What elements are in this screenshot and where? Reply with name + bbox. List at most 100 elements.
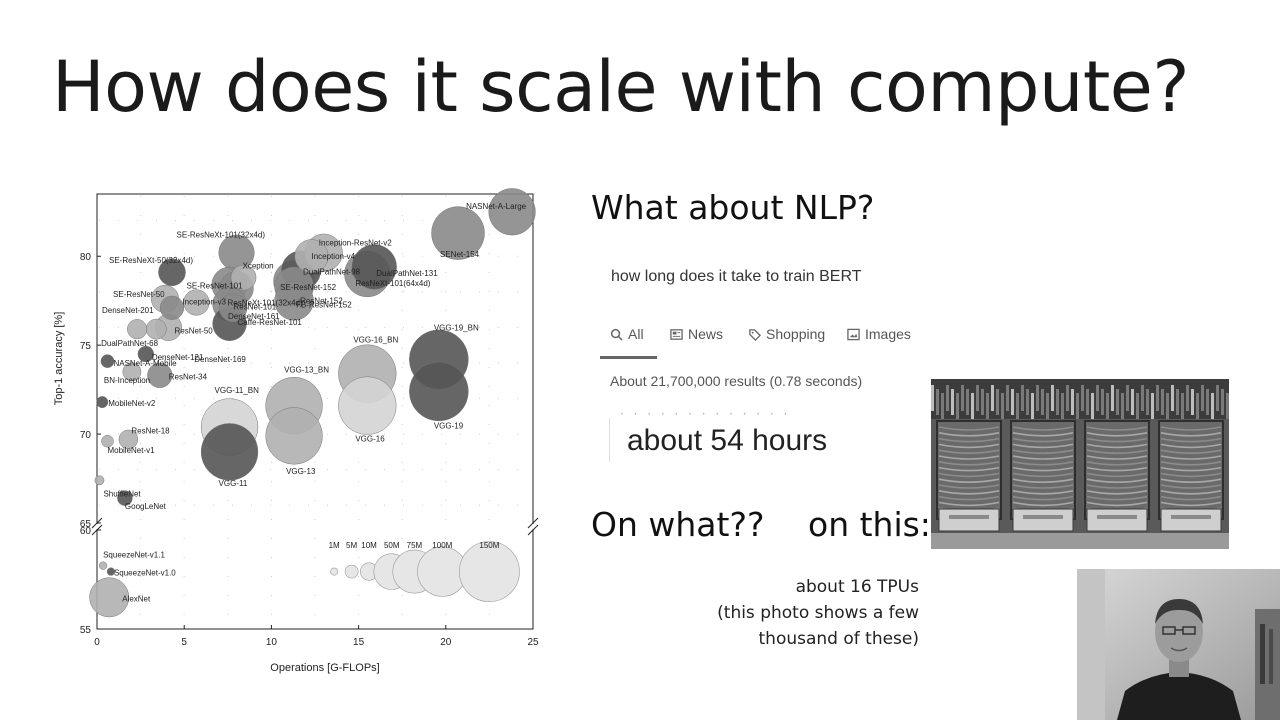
size-legend-bubble — [344, 564, 359, 579]
presenter-webcam — [1077, 569, 1280, 720]
y-tick-label: 75 — [80, 341, 92, 352]
model-bubble — [127, 319, 148, 340]
image-icon — [847, 328, 860, 341]
model-label: ResNet-101 — [234, 302, 277, 311]
x-tick-label: 10 — [266, 637, 278, 648]
model-label: Inception-v3 — [182, 297, 226, 306]
search-query-text: how long does it take to train BERT — [611, 268, 862, 285]
results-count: About 21,700,000 results (0.78 seconds) — [610, 373, 863, 389]
model-label: VGG-19 — [434, 421, 464, 430]
size-legend-label: 150M — [479, 541, 499, 550]
model-label: Caffe-ResNet-101 — [238, 318, 303, 327]
model-label: VGG-13_BN — [284, 366, 329, 375]
y-tick-label: 60 — [80, 526, 92, 537]
model-label: VGG-11_BN — [215, 386, 260, 395]
tab-news[interactable]: News — [670, 326, 723, 342]
model-bubble — [159, 295, 185, 320]
model-label: ShuffleNet — [103, 489, 141, 498]
model-label: VGG-16 — [355, 435, 385, 444]
model-label: SqueezeNet-v1.0 — [114, 569, 176, 578]
axis-break-gap — [95, 524, 535, 529]
x-tick-label: 25 — [527, 637, 539, 648]
size-legend-label: 10M — [361, 541, 377, 550]
model-bubble — [100, 354, 115, 368]
model-label: GoogLeNet — [125, 502, 167, 511]
search-icon — [610, 328, 623, 341]
x-tick-label: 20 — [440, 637, 452, 648]
model-label: ResNet-18 — [131, 426, 170, 435]
accuracy-vs-flops-chart: 0 5 10 15 20 25657075805560Operations [G-FLOP… — [53, 188, 539, 674]
model-label: NASNet-A-Large — [466, 202, 527, 211]
slide-title: How does it scale with compute? — [52, 46, 1190, 128]
y-tick-label: 70 — [80, 430, 92, 441]
news-icon — [670, 329, 683, 340]
model-label: ResNet-34 — [169, 372, 208, 381]
model-label: MobileNet-v1 — [107, 446, 155, 455]
size-legend-label: 1M — [329, 541, 340, 550]
model-label: Xception — [242, 262, 273, 271]
on-this-text: on this: — [808, 505, 931, 544]
x-tick-label: 0 — [94, 637, 100, 648]
answer-text: about 54 hours — [627, 424, 828, 457]
model-label: SE-ResNeXt-101(32x4d) — [177, 231, 266, 240]
model-bubble — [265, 407, 323, 465]
tab-all[interactable]: All — [610, 326, 644, 342]
model-label: NASNet-A-Mobile — [113, 359, 177, 368]
size-legend-bubble — [459, 541, 520, 602]
model-bubble — [98, 561, 108, 570]
model-bubble — [94, 475, 105, 486]
x-tick-label: 15 — [353, 637, 365, 648]
size-legend-label: 5M — [346, 541, 357, 550]
model-label: AlexNet — [122, 594, 151, 603]
model-label: SENet-154 — [440, 250, 480, 259]
size-legend-label: 50M — [384, 541, 400, 550]
model-label: VGG-11 — [219, 479, 248, 488]
tpu-caption: about 16 TPUs (this photo shows a few th… — [690, 574, 919, 652]
model-bubble — [488, 188, 536, 236]
model-bubble — [145, 318, 167, 340]
y-axis-label: Top-1 accuracy [%] — [53, 312, 65, 406]
model-label: DualPathNet-68 — [101, 339, 158, 348]
model-label: SqueezeNet-v1.1 — [103, 551, 165, 560]
model-label: BN-Inception — [104, 376, 150, 385]
size-legend-bubble — [330, 567, 339, 576]
model-label: DenseNet-201 — [102, 306, 154, 315]
tab-shopping-label: Shopping — [766, 326, 826, 342]
tpu-pod-photo — [931, 379, 1229, 549]
model-bubble — [200, 423, 259, 481]
model-label: MobileNet-v2 — [108, 399, 156, 408]
model-label: SE-ResNeXt-50(32x4d) — [109, 256, 193, 265]
x-tick-label: 5 — [181, 637, 187, 648]
model-label: ResNeXt-101(64x4d) — [355, 279, 430, 288]
caption-line-1: about 16 TPUs — [795, 577, 919, 597]
caption-line-3: thousand of these) — [758, 629, 920, 649]
model-label: FB-ResNet-152 — [296, 301, 352, 310]
model-label: DualPathNet-131 — [376, 269, 438, 278]
model-label: VGG-19_BN — [434, 323, 479, 332]
model-label: Inception-ResNet-v2 — [319, 239, 392, 248]
y-tick-label: 80 — [80, 252, 92, 263]
model-label: DualPathNet-98 — [303, 267, 360, 276]
model-label: Inception-v4 — [312, 252, 356, 261]
model-label: SE-ResNet-152 — [280, 283, 337, 292]
active-tab-underline — [600, 356, 657, 359]
tag-icon — [749, 329, 761, 341]
tab-all-label: All — [628, 326, 644, 342]
x-axis-label: Operations [G-FLOPs] — [270, 662, 379, 674]
model-label: ResNet-50 — [175, 326, 214, 335]
tab-news-label: News — [688, 326, 724, 342]
nlp-heading: What about NLP? — [591, 188, 875, 227]
on-what-text: On what?? — [591, 505, 765, 544]
model-label: SE-ResNet-50 — [113, 290, 165, 299]
size-legend-label: 100M — [432, 541, 452, 550]
size-legend-label: 75M — [407, 541, 423, 550]
tab-images-label: Images — [865, 326, 911, 342]
y-tick-label: 55 — [80, 625, 92, 636]
model-bubble — [409, 361, 469, 422]
tab-images[interactable]: Images — [847, 326, 911, 342]
caption-line-2: (this photo shows a few — [717, 603, 919, 623]
model-label: VGG-13 — [286, 467, 316, 476]
tab-shopping[interactable]: Shopping — [748, 326, 825, 342]
model-bubble — [338, 376, 397, 435]
model-label: VGG-16_BN — [353, 336, 398, 345]
